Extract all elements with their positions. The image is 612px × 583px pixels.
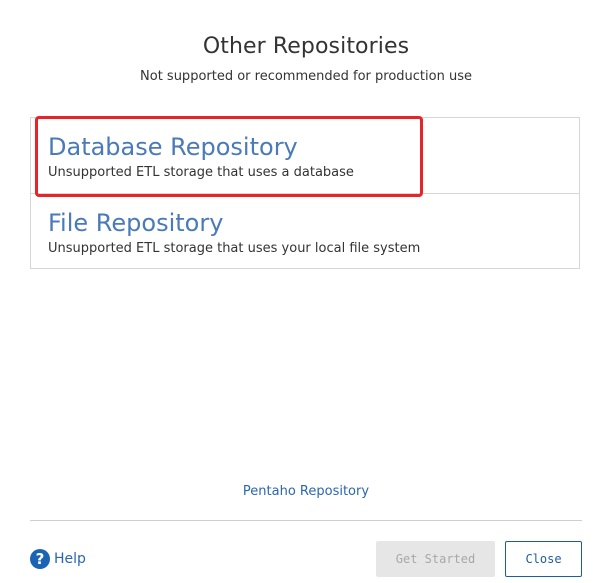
repository-name: Database Repository xyxy=(48,133,298,161)
repository-name: File Repository xyxy=(48,209,224,237)
repository-description: Unsupported ETL storage that uses a data… xyxy=(48,165,354,180)
get-started-button[interactable]: Get Started xyxy=(376,541,495,577)
help-label: Help xyxy=(54,550,86,567)
repository-option-file[interactable]: File Repository Unsupported ETL storage … xyxy=(31,193,579,268)
page-subtitle: Not supported or recommended for product… xyxy=(140,69,472,84)
repository-description: Unsupported ETL storage that uses your l… xyxy=(48,241,421,256)
page-title: Other Repositories xyxy=(202,34,410,59)
repository-option-database[interactable]: Database Repository Unsupported ETL stor… xyxy=(31,118,579,193)
dialog-header: Other Repositories Not supported or reco… xyxy=(0,33,612,86)
footer-divider xyxy=(30,520,582,521)
repository-list: Database Repository Unsupported ETL stor… xyxy=(30,117,580,269)
close-button[interactable]: Close xyxy=(505,541,582,577)
pentaho-repository-link[interactable]: Pentaho Repository xyxy=(0,484,612,499)
help-link[interactable]: ? Help xyxy=(30,548,86,569)
question-circle-icon: ? xyxy=(30,548,50,569)
